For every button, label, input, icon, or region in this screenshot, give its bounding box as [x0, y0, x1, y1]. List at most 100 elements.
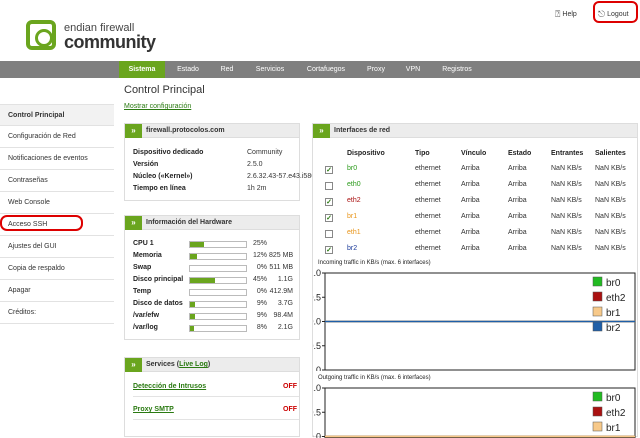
hardware-row: /var/log8%2.1G — [133, 324, 293, 334]
interface-state: Arriba — [508, 181, 527, 188]
show-config-link[interactable]: Mostrar configuración — [124, 103, 191, 110]
chart-legend-swatch — [593, 277, 602, 286]
system-row: Tiempo en línea1h 2m — [133, 185, 186, 192]
interfaces-panel-title: Interfaces de red — [334, 124, 390, 138]
help-link[interactable]: ⍰ Help — [555, 9, 577, 20]
usage-bar-fill — [190, 326, 194, 331]
nav-tab-sistema[interactable]: Sistema — [119, 61, 165, 78]
chart-legend-label: eth2 — [606, 408, 626, 419]
service-status: OFF — [283, 383, 297, 390]
chart-y-tick-label: -1.0 — [313, 365, 321, 371]
usage-percent: 25% — [249, 240, 267, 247]
usage-bar-fill — [190, 302, 195, 307]
nav-tab-servicios[interactable]: Servicios — [247, 61, 293, 78]
nav-tab-vpn[interactable]: VPN — [398, 61, 428, 78]
chart-legend-swatch — [593, 407, 602, 416]
chart-legend-label: br0 — [606, 278, 621, 289]
chart-y-tick-label: 1.0 — [313, 383, 321, 393]
chevron-right-icon[interactable]: » — [313, 124, 330, 138]
interface-device-name: br1 — [347, 213, 357, 220]
column-header: Estado — [508, 150, 531, 157]
nav-tab-registros[interactable]: Registros — [433, 61, 481, 78]
interface-checkbox[interactable]: ✓ — [325, 166, 333, 174]
interface-incoming: NaN KB/s — [551, 229, 582, 236]
interface-type: ethernet — [415, 197, 441, 204]
interface-outgoing: NaN KB/s — [595, 245, 626, 252]
nav-tab-estado[interactable]: Estado — [169, 61, 207, 78]
hardware-row-label: Disco de datos — [133, 300, 183, 307]
chevron-right-icon[interactable]: » — [125, 124, 142, 138]
chart-legend-label: br1 — [606, 423, 621, 434]
hardware-row: CPU 125% — [133, 240, 293, 250]
interface-incoming: NaN KB/s — [551, 213, 582, 220]
usage-percent: 9% — [249, 300, 267, 307]
chart-legend-swatch — [593, 322, 602, 331]
usage-percent: 0% — [249, 288, 267, 295]
interface-incoming: NaN KB/s — [551, 165, 582, 172]
chart-plot-area — [325, 388, 635, 438]
ssh-highlight-annotation — [0, 215, 83, 231]
system-row-value: 2.6.32.43-57.e43.i586 — [247, 173, 315, 180]
usage-amount: 511 MB — [269, 264, 293, 271]
chevron-right-icon[interactable]: » — [125, 216, 142, 230]
outgoing-traffic-label: Outgoing traffic in KB/s (max. 6 interfa… — [318, 375, 431, 381]
interface-device-name: eth1 — [347, 229, 361, 236]
sidebar-item-web-console[interactable]: Web Console — [0, 192, 114, 214]
interface-checkbox[interactable] — [325, 230, 333, 238]
usage-percent: 12% — [249, 252, 267, 259]
usage-bar — [189, 253, 247, 260]
interface-checkbox[interactable]: ✓ — [325, 246, 333, 254]
logout-highlight-annotation — [593, 1, 638, 23]
sidebar-item-copia-respaldo[interactable]: Copia de respaldo — [0, 258, 114, 280]
sidebar-item-configuracion-red[interactable]: Configuración de Red — [0, 126, 114, 148]
sidebar-item-creditos[interactable]: Créditos: — [0, 302, 114, 324]
usage-bar-fill — [190, 242, 204, 247]
interface-state: Arriba — [508, 229, 527, 236]
nav-tab-proxy[interactable]: Proxy — [359, 61, 393, 78]
services-panel: » Services (Live Log) Detección de Intru… — [124, 357, 300, 437]
interface-link: Arriba — [461, 245, 480, 252]
interface-link: Arriba — [461, 213, 480, 220]
usage-bar — [189, 289, 247, 296]
chart-legend-label: br0 — [606, 393, 621, 404]
interface-outgoing: NaN KB/s — [595, 229, 626, 236]
chart-y-tick-label: -0.5 — [313, 341, 321, 351]
hardware-row: /var/efw9%98.4M — [133, 312, 293, 322]
sidebar-item-control-principal[interactable]: Control Principal — [0, 104, 114, 126]
live-log-link[interactable]: Live Log — [179, 361, 208, 368]
interface-device-name: eth0 — [347, 181, 361, 188]
sidebar-item-apagar[interactable]: Apagar — [0, 280, 114, 302]
incoming-traffic-label: Incoming traffic in KB/s (max. 6 interfa… — [318, 260, 431, 266]
column-header: Entrantes — [551, 150, 583, 157]
sidebar-item-ajustes-gui[interactable]: Ajustes del GUI — [0, 236, 114, 258]
sidebar: Control Principal Configuración de Red N… — [0, 104, 114, 324]
interface-checkbox[interactable]: ✓ — [325, 214, 333, 222]
interface-link: Arriba — [461, 229, 480, 236]
logo-mark-icon — [26, 20, 56, 50]
chevron-right-icon[interactable]: » — [125, 358, 142, 372]
services-title-end: ) — [208, 361, 210, 368]
interface-outgoing: NaN KB/s — [595, 213, 626, 220]
column-header: Vínculo — [461, 150, 486, 157]
service-link-smtp-proxy[interactable]: Proxy SMTP — [133, 406, 174, 413]
panel-header: » Interfaces de red — [313, 124, 637, 138]
column-header: Dispositivo — [347, 150, 385, 157]
chart-legend-label: br2 — [606, 323, 621, 334]
interface-type: ethernet — [415, 165, 441, 172]
service-link-intrusion-detection[interactable]: Detección de Intrusos — [133, 383, 206, 390]
hardware-row: Memoria12%825 MB — [133, 252, 293, 262]
nav-tab-red[interactable]: Red — [212, 61, 242, 78]
hardware-row: Swap0%511 MB — [133, 264, 293, 274]
interface-checkbox[interactable] — [325, 182, 333, 190]
system-row-value: Community — [247, 149, 282, 156]
nav-tab-cortafuegos[interactable]: Cortafuegos — [298, 61, 354, 78]
sidebar-item-notificaciones[interactable]: Notificaciones de eventos — [0, 148, 114, 170]
interface-link: Arriba — [461, 197, 480, 204]
interface-checkbox[interactable]: ✓ — [325, 198, 333, 206]
chart-y-tick-label: 1.0 — [313, 268, 321, 278]
page-title: Control Principal — [124, 84, 205, 96]
hardware-row-label: /var/efw — [133, 312, 159, 319]
interface-device-name: br2 — [347, 245, 357, 252]
usage-bar-fill — [190, 278, 215, 283]
sidebar-item-contrasenas[interactable]: Contraseñas — [0, 170, 114, 192]
